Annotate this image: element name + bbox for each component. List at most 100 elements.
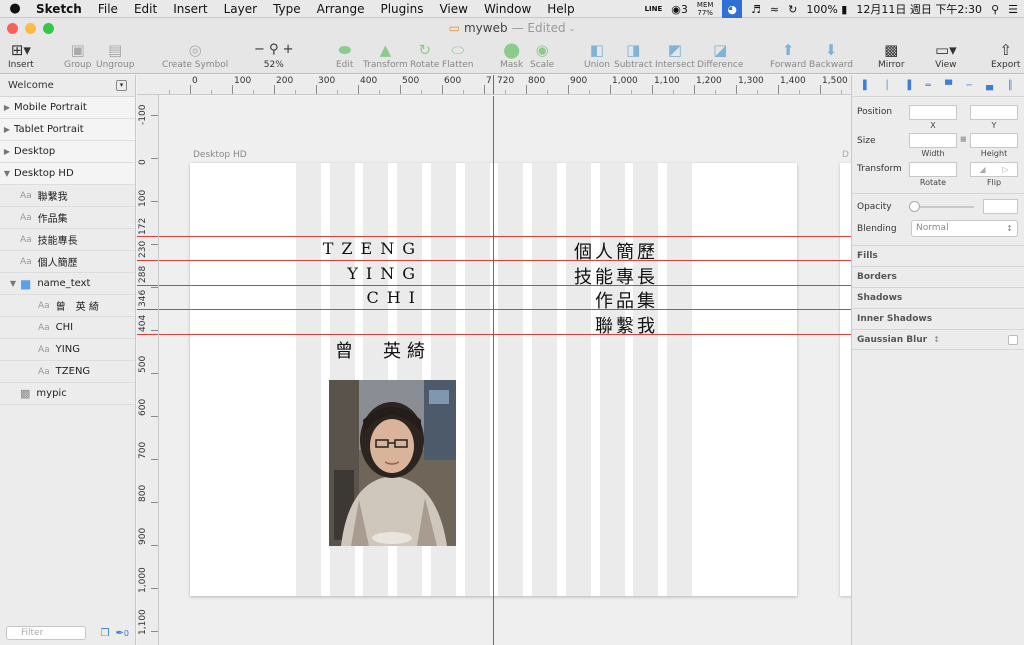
rotate-button[interactable]: ↻ Rotate [410,40,439,70]
align-top-icon[interactable]: ▀ [945,81,952,91]
layer-item[interactable]: Aa 聯繫我 [0,185,135,207]
mirror-button[interactable]: ▩ Mirror [878,40,905,70]
zoom-button[interactable] [43,23,54,34]
horizontal-guide[interactable] [159,309,851,310]
width-input[interactable] [909,133,957,148]
menu-insert[interactable]: Insert [165,2,215,16]
group-button[interactable]: ▣ Group [64,40,91,70]
disclosure-icon[interactable]: ▶ [0,125,14,134]
filter-input[interactable]: Filter [6,626,86,640]
chevron-down-icon[interactable]: ⌄ [569,24,576,33]
flatten-button[interactable]: ⬭ Flatten [442,40,474,70]
flip-vertical-icon[interactable]: ▷ [1002,165,1008,174]
disclosure-icon[interactable]: ▶ [0,147,14,156]
opacity-slider-thumb[interactable] [909,201,920,212]
menu-file[interactable]: File [90,2,126,16]
align-center-v-icon[interactable]: ─ [966,81,971,91]
layer-group-item[interactable]: ▼ ■ name_text [0,273,135,295]
page-list-toggle-icon[interactable]: ▾ [116,80,127,91]
disclosure-icon[interactable]: ▼ [6,279,20,288]
export-button[interactable]: ⇧ Export [991,40,1020,70]
sync-icon[interactable]: ↻ [788,3,797,16]
notification-icon[interactable]: ☰ [1008,3,1018,16]
align-left-icon[interactable]: ▌ [863,81,870,91]
artboard-partial[interactable] [840,163,851,596]
view-button[interactable]: ▭▾ View [935,40,957,70]
layer-item[interactable]: Aa 作品集 [0,207,135,229]
shadows-section[interactable]: Shadows [852,287,1024,308]
disclosure-icon[interactable]: ▶ [0,103,14,112]
vertical-ruler[interactable]: -100 0 100 172 230 288 346 404 500 600 7… [137,95,159,645]
name-text-ying[interactable]: YING [347,264,423,283]
disclosure-icon[interactable]: ▼ [0,169,14,178]
layer-item[interactable]: Aa TZENG [0,361,135,383]
line-icon[interactable]: LINE [645,5,663,13]
stepper-icon[interactable]: ↕ [933,335,940,344]
insert-button[interactable]: ⊞▾ Insert [8,40,34,70]
distribute-v-icon[interactable]: ║ [1007,81,1012,91]
horizontal-ruler[interactable]: 0 100 200 300 400 500 600 7 720 800 900 … [137,75,851,95]
gaussian-blur-checkbox[interactable] [1008,335,1018,345]
flip-horizontal-icon[interactable]: ◢ [979,165,985,174]
lock-icon[interactable]: ■ [960,135,967,143]
align-center-h-icon[interactable]: │ [884,81,889,91]
create-symbol-button[interactable]: ◎ Create Symbol [162,40,228,70]
forward-button[interactable]: ⬆ Forward [770,40,806,70]
horizontal-guide[interactable] [159,236,851,237]
align-bottom-icon[interactable]: ▄ [986,81,993,91]
subtract-button[interactable]: ◨ Subtract [614,40,652,70]
page-item[interactable]: ▶ Tablet Portrait [0,119,135,141]
name-text-chi[interactable]: CHI [366,288,423,307]
difference-button[interactable]: ◪ Difference [697,40,743,70]
menu-edit[interactable]: Edit [126,2,165,16]
distribute-h-icon[interactable]: ═ [925,81,930,91]
layer-item[interactable]: Aa CHI [0,317,135,339]
memory-monitor[interactable]: MEM 77% [697,1,714,17]
chinese-name-text[interactable]: 曾 英綺 [335,337,431,363]
layer-item[interactable]: ▩ mypic [0,383,135,405]
tray-app-icon[interactable]: ◉3 [671,3,688,16]
rotate-input[interactable] [909,162,957,177]
menu-layer[interactable]: Layer [216,2,265,16]
menu-arrange[interactable]: Arrange [309,2,373,16]
edit-button[interactable]: ⬬ Edit [336,40,353,70]
menu-window[interactable]: Window [476,2,539,16]
mask-button[interactable]: ⬤ Mask [500,40,523,70]
zoom-control[interactable]: − ⚲ + 52% [254,40,294,70]
opacity-input[interactable] [983,199,1018,214]
brush-icon[interactable]: ✒0 [116,628,129,639]
scale-button[interactable]: ◉ Scale [530,40,554,70]
transform-button[interactable]: ▲ Transform [363,40,408,70]
layer-item[interactable]: Aa 曾 英 綺 [0,295,135,317]
union-button[interactable]: ◧ Union [584,40,610,70]
artboard-label[interactable]: D [842,150,849,160]
blending-select[interactable]: Normal ↕ [911,220,1018,237]
intersect-button[interactable]: ◩ Intersect [655,40,695,70]
layer-item[interactable]: Aa YING [0,339,135,361]
horizontal-guide[interactable] [159,285,851,286]
backward-button[interactable]: ⬇ Backward [809,40,853,70]
position-x-input[interactable] [909,105,957,120]
align-right-icon[interactable]: ▐ [904,81,911,91]
height-input[interactable] [970,133,1018,148]
battery-indicator[interactable]: 100% ▮ [806,3,847,16]
guide-marker[interactable] [493,75,494,94]
edited-status[interactable]: — Edited [512,21,566,35]
spotlight-icon[interactable]: ⚲ [991,3,999,16]
page-item[interactable]: ▶ Desktop [0,141,135,163]
wifi-icon[interactable]: ≈ [770,3,779,16]
position-y-input[interactable] [970,105,1018,120]
clock[interactable]: 12月11日 週日 下午2:30 [856,1,982,17]
canvas[interactable]: Desktop HD D TZENG YING CHI 曾 英綺 個人簡歷 技能… [159,96,851,645]
fills-section[interactable]: Fills [852,245,1024,266]
close-button[interactable] [7,23,18,34]
gaussian-blur-section[interactable]: Gaussian Blur ↕ [852,329,1024,350]
ungroup-button[interactable]: ▤ Ungroup [96,40,134,70]
menu-sketch[interactable]: Sketch [30,2,90,16]
layer-item[interactable]: Aa 技能專長 [0,229,135,251]
artboard-label[interactable]: Desktop HD [193,150,247,160]
highlighted-tray-icon[interactable]: ◕ [722,0,743,18]
menu-plugins[interactable]: Plugins [372,2,431,16]
menu-help[interactable]: Help [539,2,582,16]
inner-shadows-section[interactable]: Inner Shadows [852,308,1024,329]
